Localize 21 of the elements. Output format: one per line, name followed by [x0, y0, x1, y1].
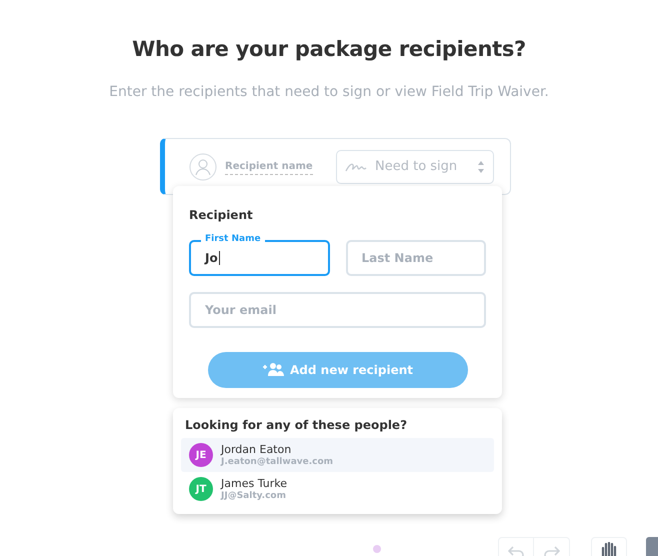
- suggestions-heading: Looking for any of these people?: [184, 417, 408, 434]
- person-email: J.eaton@tallwave.com: [221, 456, 334, 468]
- person-item[interactable]: JT James Turke JJ@Salty.com: [181, 472, 494, 506]
- person-name: Jordan Eaton: [221, 442, 292, 456]
- add-people-icon: [262, 362, 284, 376]
- person-item[interactable]: JE Jordan Eaton J.eaton@tallwave.com: [181, 438, 494, 472]
- page-title: Who are your package recipients?: [131, 36, 527, 63]
- popup-heading: Recipient: [189, 207, 254, 224]
- page-subtitle: Enter the recipients that need to sign or view Field Trip Waiver.: [108, 82, 550, 102]
- avatar: JT: [189, 477, 213, 501]
- last-name-field[interactable]: Last Name: [346, 240, 486, 276]
- field-label: First Name: [201, 234, 265, 244]
- avatar: JE: [189, 443, 213, 467]
- email-field[interactable]: Your email: [189, 292, 486, 328]
- page-dot: [373, 545, 381, 553]
- sort-icon: [477, 160, 485, 174]
- signature-icon: [345, 162, 367, 172]
- person-email: JJ@Salty.com: [221, 490, 287, 502]
- avatar-icon: [189, 152, 217, 180]
- person-name: James Turke: [221, 476, 287, 490]
- hand-icon: [600, 542, 618, 556]
